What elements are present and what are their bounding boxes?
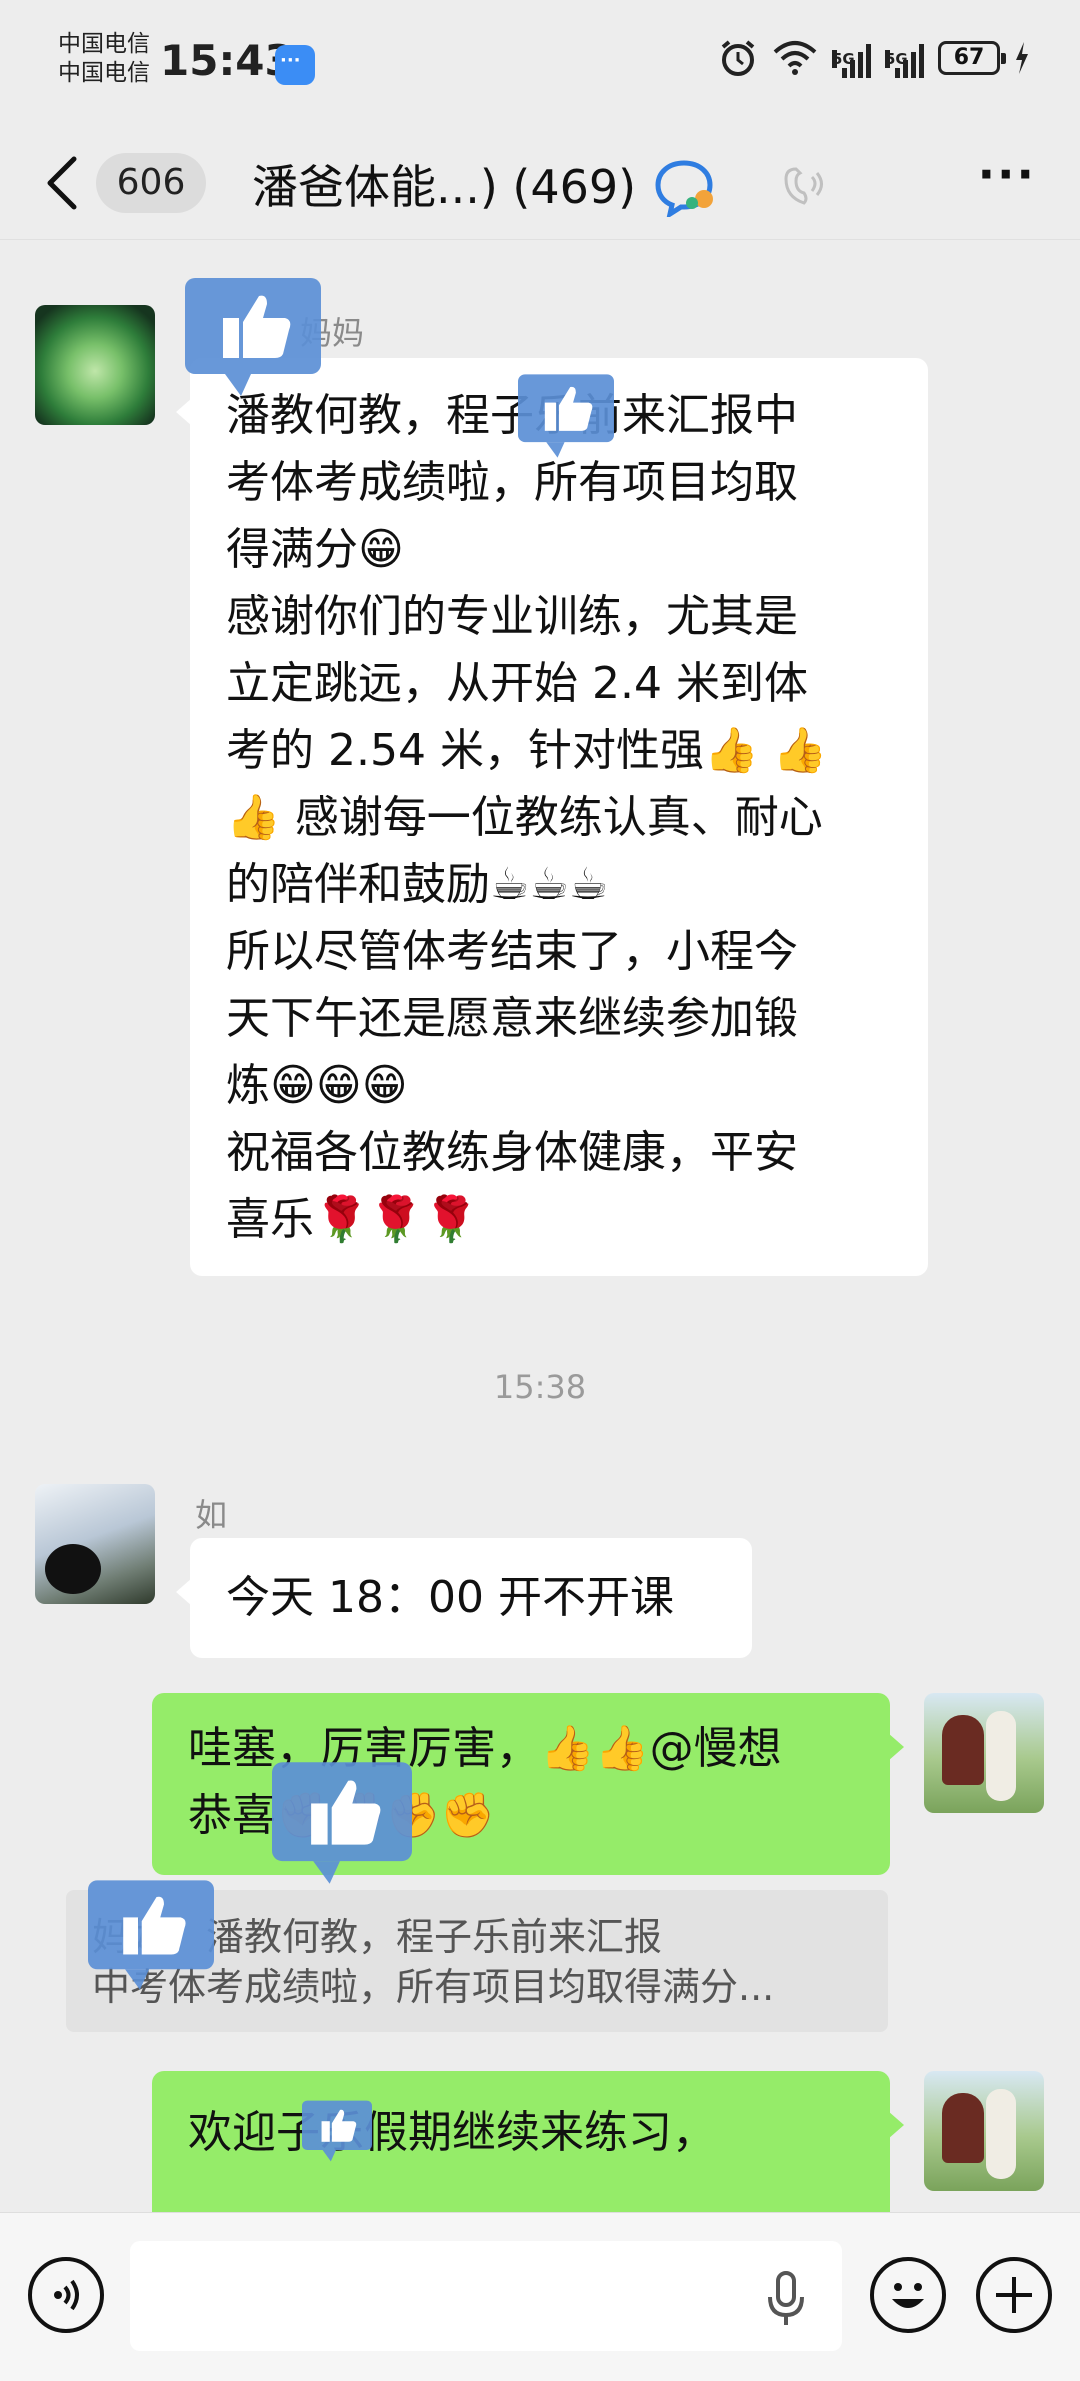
thumbs-up-icon — [518, 374, 614, 458]
alarm-icon — [721, 40, 755, 76]
avatar[interactable] — [35, 1484, 155, 1604]
message-text: 潘教何教，程子乐前来汇报中 考体考成绩啦，所有项目均取 得满分😁 感谢你们的专业… — [226, 390, 828, 1245]
message-bubble[interactable]: 哇塞，厉害厉害，👍👍@慢想 恭喜✊✊✊✊ — [152, 1693, 904, 1875]
message-text: 欢迎子乐假期继续来练习， — [188, 2107, 716, 2158]
network-label-2: 5G — [885, 50, 908, 68]
emoji-icon[interactable] — [870, 2257, 946, 2333]
avatar[interactable] — [35, 305, 155, 425]
my-avatar[interactable] — [924, 1693, 1044, 1813]
charging-icon — [1016, 42, 1028, 74]
unread-count-badge[interactable]: 606 — [96, 153, 206, 213]
status-icons: 5G 5G 67 — [718, 38, 1030, 78]
more-icon[interactable]: ··· — [978, 147, 1036, 201]
thumbs-up-icon — [185, 278, 321, 396]
status-bar: 中国电信 中国电信 15:43 5G 5G 67 — [0, 0, 1080, 125]
earpiece-mode-icon[interactable] — [782, 163, 826, 207]
battery-level: 67 — [953, 45, 985, 70]
carrier-1: 中国电信 — [58, 31, 150, 57]
signal-icon-1: 5G — [832, 38, 871, 78]
chat-title[interactable]: 潘爸体能...) (469) — [252, 151, 636, 217]
message-notification-icon — [275, 45, 315, 85]
chat-header: 606 潘爸体能...) (469) ··· — [0, 125, 1080, 240]
thumbs-up-icon — [88, 1880, 214, 1990]
message-timestamp: 15:38 — [493, 1368, 587, 1406]
smile-face-icon — [892, 2283, 924, 2308]
voice-waves-icon — [54, 2279, 79, 2311]
network-label-1: 5G — [832, 50, 855, 68]
voice-input-icon[interactable] — [28, 2257, 104, 2333]
message-input-bar — [0, 2212, 1080, 2381]
carrier-labels: 中国电信 中国电信 — [58, 30, 150, 88]
signal-icon-2: 5G — [885, 38, 924, 78]
thumbs-up-icon — [272, 1762, 412, 1884]
chat-badge-icon — [655, 160, 713, 217]
carrier-2: 中国电信 — [58, 60, 150, 86]
battery-icon: 67 — [938, 41, 1006, 75]
message-bubble[interactable]: 今天 18：00 开不开课 — [176, 1538, 752, 1658]
my-avatar[interactable] — [924, 2071, 1044, 2191]
message-text: 今天 18：00 开不开课 — [226, 1572, 674, 1623]
plus-sign-icon — [996, 2277, 1032, 2313]
wifi-icon — [773, 41, 817, 75]
sender-name: 如 — [195, 1496, 228, 1534]
thumbs-up-icon — [302, 2100, 372, 2162]
mic-icon[interactable] — [766, 2271, 806, 2327]
message-input[interactable] — [130, 2241, 842, 2351]
message-bubble[interactable]: 潘教何教，程子乐前来汇报中 考体考成绩啦，所有项目均取 得满分😁 感谢你们的专业… — [176, 358, 928, 1276]
back-chevron-icon[interactable] — [44, 155, 80, 211]
clock: 15:43 — [160, 36, 294, 85]
plus-icon[interactable] — [976, 2257, 1052, 2333]
